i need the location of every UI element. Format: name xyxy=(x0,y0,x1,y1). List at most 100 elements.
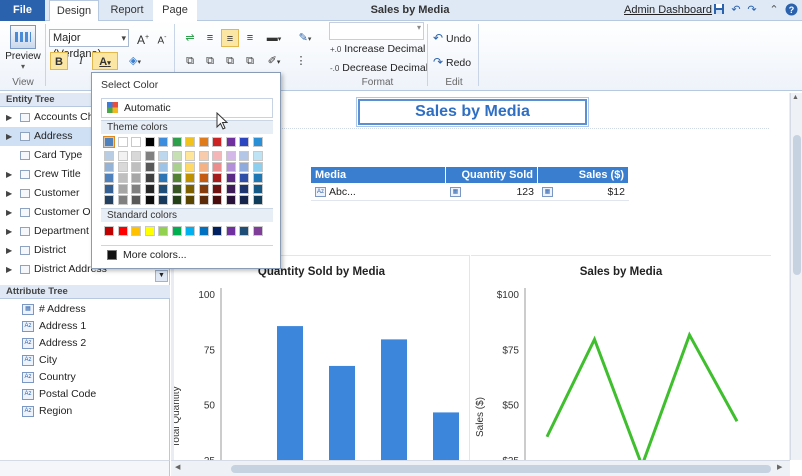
color-swatch[interactable] xyxy=(171,151,182,161)
color-swatch[interactable] xyxy=(225,162,236,172)
fill-color-button[interactable]: ◈▾ xyxy=(122,52,148,70)
more-colors-option[interactable]: More colors... xyxy=(101,245,273,264)
color-swatch[interactable] xyxy=(225,195,236,205)
color-swatch[interactable] xyxy=(131,137,141,147)
collapse-ribbon-icon[interactable]: ⌃ xyxy=(767,3,781,17)
color-swatch[interactable] xyxy=(104,226,114,236)
color-swatch[interactable] xyxy=(117,195,128,205)
attribute-item[interactable]: Az Region xyxy=(0,403,168,420)
scroll-down-icon[interactable]: ▼ xyxy=(155,270,168,282)
color-swatch[interactable] xyxy=(225,151,236,161)
color-swatch[interactable] xyxy=(144,151,155,161)
properties-icon[interactable]: ⋮ xyxy=(292,52,310,70)
expand-arrow-icon[interactable]: ▶ xyxy=(6,241,12,260)
table-cell-sales[interactable]: ▦ $12 xyxy=(538,183,629,201)
color-swatch[interactable] xyxy=(239,226,249,236)
color-swatch[interactable] xyxy=(185,151,195,161)
scroll-right-icon[interactable]: ▶ xyxy=(777,463,782,471)
attribute-item[interactable]: ▦ # Address xyxy=(0,301,168,318)
edit-style-icon[interactable]: ✎▾ xyxy=(292,29,318,47)
redo-quick-icon[interactable]: ↷ xyxy=(745,3,759,17)
color-swatch[interactable] xyxy=(171,226,182,236)
color-swatch[interactable] xyxy=(198,195,209,205)
attribute-item[interactable]: Az Address 2 xyxy=(0,335,168,352)
color-swatch[interactable] xyxy=(144,137,155,147)
color-swatch[interactable] xyxy=(144,173,155,183)
color-swatch[interactable] xyxy=(252,151,263,161)
wrap-text-icon[interactable]: ⇌ xyxy=(181,29,199,47)
arrange-icon[interactable]: ⧉ xyxy=(221,52,239,70)
font-name-select[interactable]: Major (Verdana) xyxy=(49,29,129,60)
align-right-icon[interactable]: ≡ xyxy=(241,29,259,47)
color-swatch[interactable] xyxy=(144,162,155,172)
attribute-item[interactable]: Az City xyxy=(0,352,168,369)
color-swatch[interactable] xyxy=(212,195,222,205)
color-swatch[interactable] xyxy=(212,226,222,236)
color-swatch[interactable] xyxy=(117,137,128,147)
send-backward-icon[interactable]: ⧉ xyxy=(201,52,219,70)
align-left-icon[interactable]: ≡ xyxy=(201,29,219,47)
color-swatch[interactable] xyxy=(104,151,114,161)
color-swatch[interactable] xyxy=(225,137,236,147)
undo-button[interactable]: ↶ Undo xyxy=(433,31,471,45)
color-swatch[interactable] xyxy=(225,173,236,183)
expand-arrow-icon[interactable]: ▶ xyxy=(6,184,12,203)
table-header-quantity[interactable]: Quantity Sold xyxy=(446,167,538,183)
color-swatch[interactable] xyxy=(103,136,115,148)
color-swatch[interactable] xyxy=(212,162,222,172)
color-swatch[interactable] xyxy=(239,184,249,194)
color-swatch[interactable] xyxy=(117,151,128,161)
color-swatch[interactable] xyxy=(144,184,155,194)
color-swatch[interactable] xyxy=(171,195,182,205)
color-swatch[interactable] xyxy=(185,137,195,147)
color-swatch[interactable] xyxy=(158,137,168,147)
attribute-item[interactable]: Az Address 1 xyxy=(0,318,168,335)
color-swatch[interactable] xyxy=(212,173,222,183)
align-center-icon[interactable]: ≡ xyxy=(221,29,239,47)
color-swatch[interactable] xyxy=(131,195,141,205)
sales-chart-panel[interactable]: Sales by Media $25$50$75$100Sales ($) xyxy=(471,255,771,460)
color-swatch[interactable] xyxy=(117,173,128,183)
color-swatch[interactable] xyxy=(158,195,168,205)
quantity-chart-panel[interactable]: Quantity Sold by Media 255075100Total Qu… xyxy=(171,255,470,460)
line-style-icon[interactable]: ✐▾ xyxy=(262,52,286,70)
automatic-color-option[interactable]: Automatic xyxy=(101,98,273,118)
color-swatch[interactable] xyxy=(239,151,249,161)
color-swatch[interactable] xyxy=(117,162,128,172)
color-swatch[interactable] xyxy=(239,162,249,172)
color-swatch[interactable] xyxy=(144,226,155,236)
color-swatch[interactable] xyxy=(104,184,114,194)
color-swatch[interactable] xyxy=(239,137,249,147)
color-swatch[interactable] xyxy=(131,151,141,161)
color-swatch[interactable] xyxy=(252,162,263,172)
help-icon[interactable]: ? xyxy=(784,3,798,17)
increase-decimal-button[interactable]: +.0 Increase Decimal xyxy=(330,43,425,55)
color-swatch[interactable] xyxy=(198,173,209,183)
color-swatch[interactable] xyxy=(185,195,195,205)
tab-report[interactable]: Report xyxy=(104,0,150,21)
color-swatch[interactable] xyxy=(171,162,182,172)
color-swatch[interactable] xyxy=(117,184,128,194)
redo-button[interactable]: ↷ Redo xyxy=(433,55,471,69)
color-swatch[interactable] xyxy=(104,162,114,172)
expand-arrow-icon[interactable]: ▶ xyxy=(6,165,12,184)
scrollbar-thumb[interactable] xyxy=(231,465,771,473)
color-swatch[interactable] xyxy=(144,195,155,205)
color-swatch[interactable] xyxy=(225,226,236,236)
save-icon[interactable] xyxy=(712,3,726,17)
color-swatch[interactable] xyxy=(212,184,222,194)
color-swatch[interactable] xyxy=(252,195,263,205)
color-swatch[interactable] xyxy=(158,184,168,194)
color-swatch[interactable] xyxy=(198,137,209,147)
tab-file[interactable]: File xyxy=(0,0,45,21)
attribute-item[interactable]: Az Postal Code xyxy=(0,386,168,403)
color-swatch[interactable] xyxy=(185,184,195,194)
report-title[interactable]: Sales by Media xyxy=(356,97,589,127)
color-swatch[interactable] xyxy=(158,151,168,161)
bold-button[interactable]: B xyxy=(50,52,68,70)
expand-arrow-icon[interactable]: ▶ xyxy=(6,222,12,241)
table-cell-media[interactable]: Az Abc... xyxy=(311,183,446,201)
table-header-media[interactable]: Media xyxy=(311,167,446,183)
color-swatch[interactable] xyxy=(252,226,263,236)
decrease-decimal-button[interactable]: -.0 Decrease Decimal xyxy=(330,62,428,74)
